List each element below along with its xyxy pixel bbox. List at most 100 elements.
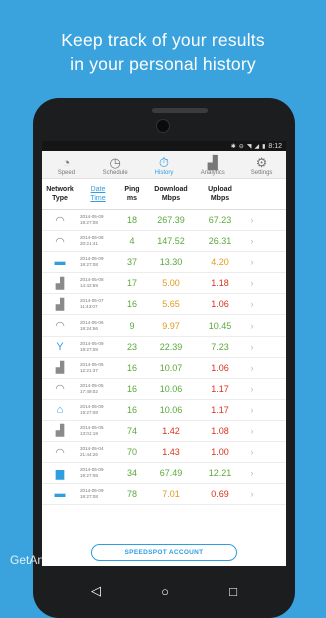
chevron-right-icon: › — [250, 489, 254, 500]
date-time-cell: 2014-05-08 20:21:41 — [78, 235, 118, 247]
network-type-cell: ▟ — [42, 424, 78, 437]
tab-label: Settings — [250, 170, 273, 176]
back-icon[interactable]: ◁ — [91, 583, 101, 599]
ping-cell: 16 — [126, 383, 137, 394]
header-date-time[interactable]: Date Time — [78, 179, 118, 209]
status-time: 8:12 — [268, 142, 282, 150]
history-row[interactable]: ▆ 2014-05-09 19:27:08 34 67.49 12.21 › — [42, 463, 286, 485]
upload-cell: 26.31 — [208, 236, 232, 247]
history-row[interactable]: ▟ 2014-05-05 13:01:19 74 1.42 1.08 › — [42, 421, 286, 443]
gear-icon: ⚙ — [255, 155, 268, 170]
history-list: ◠ 2014-05-09 19:27:08 18 267.39 67.23 › ◠ 2014-0… — [42, 210, 286, 506]
tab-label: Schedule — [102, 170, 128, 176]
time-text: 21:44:26 — [80, 452, 98, 458]
chevron-right-icon: › — [250, 447, 254, 458]
wifi-status-icon: ◥ — [246, 143, 252, 150]
download-cell: 5.00 — [162, 278, 180, 289]
upload-cell: 1.00 — [211, 447, 229, 458]
promo-headline-line-1: Keep track of your results — [61, 30, 265, 50]
chevron-right-icon: › — [250, 425, 254, 436]
date-time-cell: 2014-05-09 19:27:08 — [78, 404, 118, 416]
history-row[interactable]: ◠ 2014-05-08 20:21:41 4 147.52 26.31 › — [42, 231, 286, 253]
time-text: 19:27:08 — [80, 494, 98, 500]
chevron-right-icon: › — [250, 278, 254, 289]
tab-label: Analytics — [200, 170, 225, 176]
header-ping[interactable]: Ping ms — [118, 179, 146, 209]
time-text: 19:27:08 — [80, 346, 98, 352]
date-time-cell: 2014-05-05 17:49:02 — [78, 383, 118, 395]
tab-history[interactable]: ⏱ History — [140, 151, 189, 178]
chevron-right-icon: › — [250, 215, 254, 226]
promo-headline-line-2: in your personal history — [70, 54, 256, 74]
ping-cell: 37 — [126, 257, 137, 268]
wifi-icon: ◠ — [55, 320, 65, 333]
history-row[interactable]: ◠ 2014-05-09 19:27:08 18 267.39 67.23 › — [42, 210, 286, 232]
tab-speed[interactable]: ◔ Speed — [42, 151, 91, 178]
network-type-cell: ◠ — [42, 319, 78, 332]
chevron-right-icon: › — [250, 404, 254, 415]
history-row[interactable]: ▬ 2014-05-09 19:27:08 37 13.30 4.20 › — [42, 252, 286, 274]
time-text: 17:49:02 — [80, 388, 98, 394]
history-row[interactable]: ▟ 2014-05-07 11:43:07 16 5.65 1.06 › — [42, 294, 286, 316]
time-text: 12:21:37 — [80, 367, 98, 373]
network-type-cell: ⌂ — [42, 404, 78, 416]
ping-cell: 16 — [126, 404, 137, 415]
status-bar: ✱ ⊖ ◥ ◢ ▮ 8:12 — [42, 141, 286, 151]
ping-cell: 17 — [126, 278, 137, 289]
download-cell: 22.39 — [159, 341, 183, 352]
history-row[interactable]: ▟ 2014-05-05 12:21:37 16 10.07 1.06 › — [42, 358, 286, 379]
history-row[interactable]: ◠ 2014-05-05 17:49:02 16 10.06 1.17 › — [42, 379, 286, 400]
cell-signal-icon: ▟ — [55, 362, 65, 375]
header-network-type[interactable]: Network Type — [42, 179, 78, 209]
history-row[interactable]: ◠ 2014-05-04 21:44:26 70 1.43 1.00 › — [42, 442, 286, 464]
history-row[interactable]: ▬ 2014-05-09 19:27:08 78 7.01 0.69 › — [42, 484, 286, 506]
speedspot-account-button[interactable]: SPEEDSPOT ACCOUNT — [91, 543, 237, 561]
header-upload[interactable]: Upload Mbps — [196, 179, 244, 209]
network-type-cell: ▟ — [42, 361, 78, 374]
tab-schedule[interactable]: ◷ Schedule — [91, 151, 140, 178]
date-time-cell: 2014-05-05 12:21:37 — [78, 362, 118, 374]
upload-cell: 1.17 — [211, 404, 229, 415]
date-time-cell: 2014-05-09 19:27:08 — [78, 256, 118, 268]
network-type-cell: ◠ — [42, 382, 78, 395]
coffee-icon: ▆ — [55, 467, 65, 480]
wifi-icon: ◠ — [55, 214, 65, 227]
bed-icon: ▬ — [54, 488, 66, 501]
tab-label: Speed — [57, 170, 76, 176]
network-type-cell: ▆ — [42, 467, 78, 480]
home-icon: ⌂ — [56, 403, 64, 416]
time-text: 19:27:08 — [80, 409, 98, 415]
chevron-right-icon: › — [250, 320, 254, 331]
date-time-cell: 2014-05-06 19:24:56 — [78, 320, 118, 332]
history-row[interactable]: ▟ 2014-05-08 14:42:59 17 5.00 1.18 › — [42, 273, 286, 295]
phone-frame: ✱ ⊖ ◥ ◢ ▮ 8:12 ◔ Speed ◷ Schedule ⏱ History ▟ A… — [33, 98, 295, 618]
clock-icon: ◷ — [109, 155, 121, 170]
download-cell: 5.65 — [162, 299, 180, 310]
time-text: 19:27:08 — [80, 473, 98, 479]
network-type-cell: ▬ — [42, 256, 78, 268]
tab-label: History — [154, 170, 174, 176]
date-time-cell: 2014-05-09 19:27:08 — [78, 341, 118, 353]
front-camera — [156, 119, 170, 133]
bed-icon: ▬ — [54, 256, 66, 269]
download-cell: 10.06 — [159, 383, 183, 394]
chevron-right-icon: › — [250, 341, 254, 352]
header-download[interactable]: Download Mbps — [146, 179, 196, 209]
history-row[interactable]: ⌂ 2014-05-09 19:27:08 16 10.06 1.17 › — [42, 400, 286, 421]
chevron-right-icon: › — [250, 257, 254, 268]
app-screen: ✱ ⊖ ◥ ◢ ▮ 8:12 ◔ Speed ◷ Schedule ⏱ History ▟ A… — [42, 141, 286, 566]
date-time-cell: 2014-05-07 11:43:07 — [78, 298, 118, 310]
ping-cell: 34 — [126, 468, 137, 479]
recents-icon[interactable]: □ — [229, 584, 237, 599]
home-nav-icon[interactable]: ○ — [161, 584, 169, 599]
download-cell: 7.01 — [162, 489, 180, 500]
date-time-cell: 2014-05-04 21:44:26 — [78, 446, 118, 458]
ping-cell: 18 — [126, 215, 137, 226]
history-row[interactable]: Y 2014-05-09 19:27:08 23 22.39 7.23 › — [42, 337, 286, 358]
tab-settings[interactable]: ⚙ Settings — [237, 151, 286, 178]
speedometer-icon: ◔ — [62, 155, 71, 170]
time-text: 14:42:59 — [80, 283, 98, 289]
upload-cell: 7.23 — [211, 341, 229, 352]
history-row[interactable]: ◠ 2014-05-06 19:24:56 9 9.97 10.45 › — [42, 315, 286, 337]
tab-analytics[interactable]: ▟ Analytics — [188, 151, 237, 178]
